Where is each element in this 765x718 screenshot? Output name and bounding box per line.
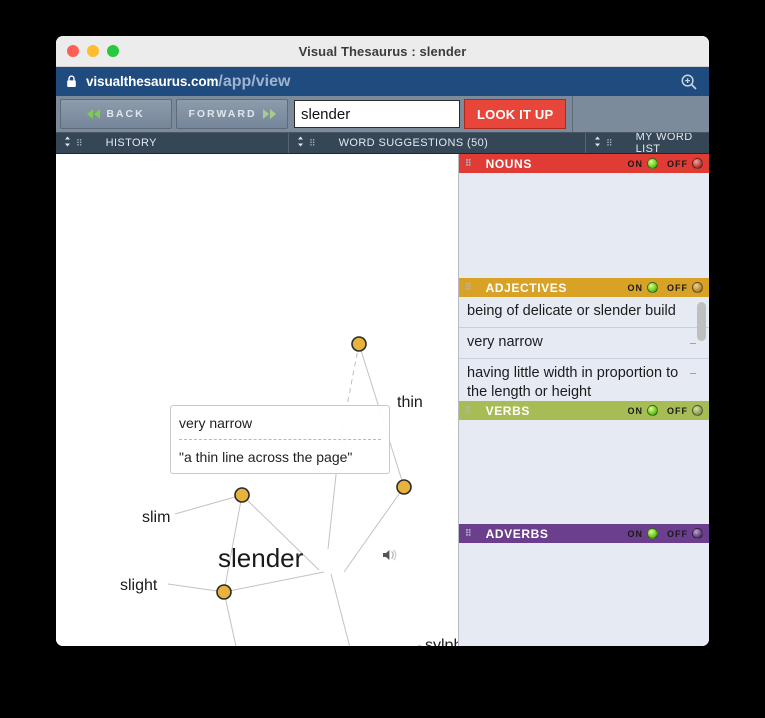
section-title-nouns: NOUNS <box>485 156 532 171</box>
sense-item[interactable]: very narrow <box>459 328 709 360</box>
definition-tooltip: very narrow "a thin line across the page… <box>170 405 390 474</box>
browser-window: Visual Thesaurus : slender visualthesaur… <box>56 36 709 646</box>
adjectives-on-label: ON <box>627 282 643 293</box>
back-arrow-icon <box>87 109 101 119</box>
tab-word-suggestions-label: WORD SUGGESTIONS (50) <box>338 137 489 149</box>
nouns-toggles: ON OFF <box>627 158 703 169</box>
nouns-on-label: ON <box>627 158 643 169</box>
adverbs-off-toggle[interactable]: OFF <box>667 528 703 539</box>
lock-icon <box>66 75 77 88</box>
section-header-verbs[interactable]: ⠿ VERBS ON OFF <box>459 401 709 420</box>
adverbs-off-led-icon <box>692 528 703 539</box>
section-title-verbs: VERBS <box>485 403 530 418</box>
adjectives-off-led-icon <box>692 282 703 293</box>
adverbs-on-label: ON <box>627 528 643 539</box>
url-path: /app/view <box>218 72 291 90</box>
adjectives-off-toggle[interactable]: OFF <box>667 282 703 293</box>
section-body-nouns[interactable] <box>459 173 709 278</box>
verbs-on-led-icon <box>647 405 658 416</box>
scroll-tick <box>690 373 696 374</box>
forward-button[interactable]: FORWARD <box>176 99 288 129</box>
section-title-adverbs: ADVERBS <box>485 526 549 541</box>
verbs-off-toggle[interactable]: OFF <box>667 405 703 416</box>
main-content: thin slim slight svelte sylphlike lissom… <box>56 154 709 646</box>
section-title-adjectives: ADJECTIVES <box>485 280 567 295</box>
drag-handle-icon[interactable]: ⠿ <box>309 138 316 149</box>
tooltip-example: "a thin line across the page" <box>179 449 353 465</box>
drag-handle-icon[interactable]: ⠿ <box>606 138 613 149</box>
sort-arrows-icon[interactable] <box>297 136 304 150</box>
tab-history-label: HISTORY <box>105 137 157 149</box>
graph-label-thin[interactable]: thin <box>397 394 423 412</box>
search-input-value: slender <box>301 105 351 123</box>
adverbs-on-toggle[interactable]: ON <box>627 528 658 539</box>
sense-item[interactable]: being of delicate or slender build <box>459 297 709 329</box>
graph-label-slim[interactable]: slim <box>142 509 170 527</box>
look-it-up-button[interactable]: LOOK IT UP <box>464 99 567 129</box>
graph-nodes <box>216 336 412 600</box>
tab-my-word-list-label: MY WORD LIST <box>635 131 693 155</box>
adjectives-off-label: OFF <box>667 282 688 293</box>
adjectives-on-led-icon <box>647 282 658 293</box>
thesaurus-graph-canvas[interactable]: thin slim slight svelte sylphlike lissom… <box>56 154 459 646</box>
minimize-window-button[interactable] <box>87 45 99 57</box>
tab-my-word-list[interactable]: ⠿ MY WORD LIST <box>586 131 709 155</box>
section-header-nouns[interactable]: ⠿ NOUNS ON OFF <box>459 154 709 173</box>
window-titlebar: Visual Thesaurus : slender <box>56 36 709 67</box>
section-header-adverbs[interactable]: ⠿ ADVERBS ON OFF <box>459 524 709 543</box>
drag-handle-icon[interactable]: ⠿ <box>465 282 472 293</box>
tab-word-suggestions[interactable]: ⠿ WORD SUGGESTIONS (50) <box>289 133 586 153</box>
word-sense-panel: ⠿ NOUNS ON OFF ⠿ ADJECTIVES ON OFF being… <box>459 154 709 646</box>
drag-handle-icon[interactable]: ⠿ <box>465 405 472 416</box>
adverbs-on-led-icon <box>647 528 658 539</box>
drag-handle-icon[interactable]: ⠿ <box>465 158 472 169</box>
traffic-lights <box>67 45 119 57</box>
adjectives-scrollbar-thumb[interactable] <box>697 302 706 341</box>
maximize-window-button[interactable] <box>107 45 119 57</box>
panel-tabbar: ⠿ HISTORY ⠿ WORD SUGGESTIONS (50) ⠿ MY W… <box>56 131 709 155</box>
adverbs-off-label: OFF <box>667 528 688 539</box>
adverbs-toggles: ON OFF <box>627 528 703 539</box>
adjectives-on-toggle[interactable]: ON <box>627 282 658 293</box>
verbs-on-label: ON <box>627 405 643 416</box>
verbs-off-label: OFF <box>667 405 688 416</box>
nouns-on-toggle[interactable]: ON <box>627 158 658 169</box>
section-header-adjectives[interactable]: ⠿ ADJECTIVES ON OFF <box>459 278 709 297</box>
app-toolbar: BACK FORWARD slender LOOK IT UP <box>56 96 709 133</box>
nouns-off-toggle[interactable]: OFF <box>667 158 703 169</box>
url-domain: visualthesaurus.com <box>86 74 219 89</box>
close-window-button[interactable] <box>67 45 79 57</box>
graph-center-word[interactable]: slender <box>218 543 303 574</box>
magnifier-plus-icon[interactable] <box>680 73 698 96</box>
scroll-tick <box>690 343 696 344</box>
window-title: Visual Thesaurus : slender <box>298 43 467 59</box>
drag-handle-icon[interactable]: ⠿ <box>465 528 472 539</box>
back-button[interactable]: BACK <box>60 99 172 129</box>
graph-label-slight[interactable]: slight <box>120 577 157 595</box>
section-body-verbs[interactable] <box>459 420 709 524</box>
verbs-toggles: ON OFF <box>627 405 703 416</box>
section-body-adjectives[interactable]: being of delicate or slender build very … <box>459 297 709 410</box>
toolbar-spacer <box>572 96 709 132</box>
tab-history[interactable]: ⠿ HISTORY <box>56 133 289 153</box>
sort-arrows-icon[interactable] <box>64 136 71 150</box>
look-it-up-label: LOOK IT UP <box>477 106 554 122</box>
address-bar[interactable]: visualthesaurus.com/app/view <box>56 67 709 96</box>
nouns-off-led-icon <box>692 158 703 169</box>
adjectives-toggles: ON OFF <box>627 282 703 293</box>
tooltip-definition: very narrow <box>179 415 253 431</box>
nouns-on-led-icon <box>647 158 658 169</box>
back-button-label: BACK <box>106 108 145 120</box>
graph-label-sylphlike[interactable]: sylphlike <box>425 637 458 646</box>
drag-handle-icon[interactable]: ⠿ <box>76 138 83 149</box>
nouns-off-label: OFF <box>667 158 688 169</box>
sort-arrows-icon[interactable] <box>594 136 601 150</box>
section-body-adverbs[interactable] <box>459 543 709 646</box>
search-input[interactable]: slender <box>294 100 460 128</box>
verbs-on-toggle[interactable]: ON <box>627 405 658 416</box>
forward-button-label: FORWARD <box>188 108 257 120</box>
verbs-off-led-icon <box>692 405 703 416</box>
forward-arrow-icon <box>262 109 276 119</box>
